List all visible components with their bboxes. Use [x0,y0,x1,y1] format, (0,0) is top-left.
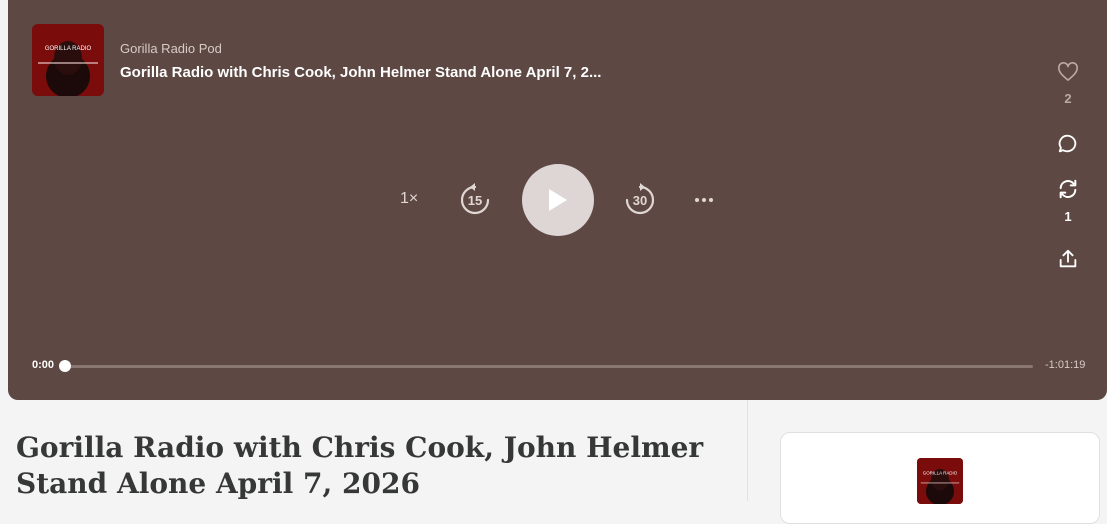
cover-label: GORILLA RADIO [45,46,92,52]
restack-button[interactable]: 1 [1054,178,1082,224]
restack-count: 1 [1064,209,1072,224]
progress-thumb[interactable] [59,360,71,372]
sidebar-cover-label: GORILLA RADIO [923,471,958,476]
like-button[interactable]: 2 [1054,62,1082,106]
more-options-button[interactable] [692,190,716,210]
more-icon [695,198,713,202]
comment-button[interactable] [1054,133,1082,160]
skip-forward-30-icon: 30 [625,183,655,215]
sidebar-podcast-cover[interactable]: GORILLA RADIO [917,458,963,504]
skip-forward-label: 30 [633,193,647,208]
skip-back-button[interactable]: 15 [457,182,493,218]
share-icon [1059,249,1077,268]
post-title: Gorilla Radio with Chris Cook, John Helm… [16,430,716,502]
podcast-cover[interactable]: GORILLA RADIO [32,24,104,96]
episode-title[interactable]: Gorilla Radio with Chris Cook, John Helm… [120,64,601,81]
heart-icon [1058,62,1078,81]
show-name[interactable]: Gorilla Radio Pod [120,41,222,56]
playback-speed-button[interactable]: 1× [400,190,418,208]
time-remaining: -1:01:19 [1045,359,1086,371]
playback-controls: 1× 15 30 [8,164,1107,236]
share-button[interactable] [1054,248,1082,275]
skip-back-15-icon: 15 [460,183,490,215]
skip-forward-button[interactable]: 30 [622,182,658,218]
play-icon [549,189,567,211]
play-button[interactable] [522,164,594,236]
skip-back-label: 15 [468,193,482,208]
audio-player: GORILLA RADIO Gorilla Radio Pod Gorilla … [8,0,1107,400]
column-divider [747,400,748,501]
post-title-line-1: Gorilla Radio with Chris Cook, John Helm… [16,431,704,464]
like-count: 2 [1064,91,1072,106]
post-title-line-2: Stand Alone April 7, 2026 [16,467,420,500]
progress-track[interactable] [64,365,1033,368]
podcast-sidebar-card: GORILLA RADIO [780,432,1100,524]
comment-icon [1058,134,1077,153]
time-elapsed: 0:00 [32,359,55,371]
restack-icon [1059,179,1077,199]
